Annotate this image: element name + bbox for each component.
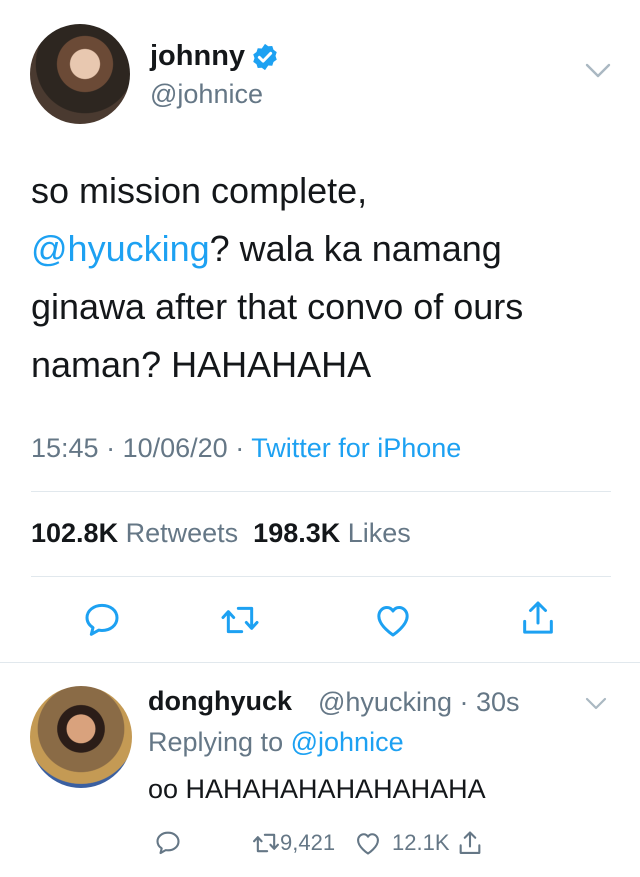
retweet-icon[interactable] [220, 600, 260, 640]
reply-text: oo HAHAHAHAHAHAHAHA [148, 774, 486, 804]
reply-retweet-count: 9,421 [280, 830, 336, 855]
reply-header-meta: @hyucking · 30s [318, 687, 520, 717]
tweet-text: so mission complete, @hyucking? wala ka … [31, 162, 611, 394]
tweet-text-line: @hyucking? wala ka namang [31, 220, 611, 278]
likes-label: Likes [347, 518, 411, 548]
reply-author-name[interactable]: donghyuck [148, 686, 292, 717]
reply-like-button[interactable]: 12.1K [354, 828, 450, 858]
tweet-stats: 102.8K Retweets 198.3K Likes [31, 518, 411, 549]
reply-icon[interactable] [82, 600, 122, 640]
reply-retweet-button[interactable]: 9,421 [252, 828, 335, 858]
like-icon[interactable] [373, 600, 413, 640]
tweet-text-line: ginawa after that convo of ours [31, 286, 524, 327]
divider [31, 491, 611, 492]
reply-share-button[interactable] [456, 828, 484, 858]
tweet-date: 10/06/20 [122, 433, 228, 463]
likes-count: 198.3K [253, 518, 341, 548]
retweets-count: 102.8K [31, 518, 119, 548]
tweet-time: 15:45 [31, 433, 99, 463]
author-handle[interactable]: @johnice [150, 79, 263, 110]
reply-author-avatar[interactable] [30, 686, 132, 788]
tweet-meta: 15:45 · 10/06/20 · Twitter for iPhone [31, 433, 462, 463]
reply-author-handle[interactable]: @hyucking [318, 687, 452, 717]
retweets-stat[interactable]: 102.8K Retweets [31, 518, 238, 548]
divider [31, 576, 611, 577]
reply-like-count: 12.1K [392, 830, 450, 855]
tweet-text-line: so mission complete, [31, 170, 368, 211]
like-icon [357, 833, 379, 855]
retweet-icon [253, 833, 279, 853]
tweet-text-span: ? wala ka namang [209, 228, 502, 269]
chevron-down-icon[interactable] [585, 62, 611, 80]
reply-reply-button[interactable] [154, 828, 182, 858]
divider [0, 662, 640, 663]
reply-time: 30s [475, 687, 520, 717]
likes-stat[interactable]: 198.3K Likes [253, 518, 411, 548]
share-icon [459, 831, 481, 854]
tweet-source-link[interactable]: Twitter for iPhone [251, 433, 461, 463]
author-avatar[interactable] [30, 24, 130, 124]
tweet-text-line: naman? HAHAHAHA [31, 344, 372, 385]
share-icon[interactable] [518, 598, 558, 638]
author-name[interactable]: johnny [150, 40, 245, 73]
replying-label: Replying to [148, 727, 284, 757]
retweets-label: Retweets [125, 518, 239, 548]
reply-icon [156, 831, 180, 855]
replying-to: Replying to @johnice [148, 727, 404, 758]
verified-badge-icon [253, 43, 277, 71]
chevron-down-icon[interactable] [585, 696, 607, 712]
replying-to-link[interactable]: @johnice [291, 727, 404, 757]
mention-link[interactable]: @hyucking [31, 228, 210, 269]
